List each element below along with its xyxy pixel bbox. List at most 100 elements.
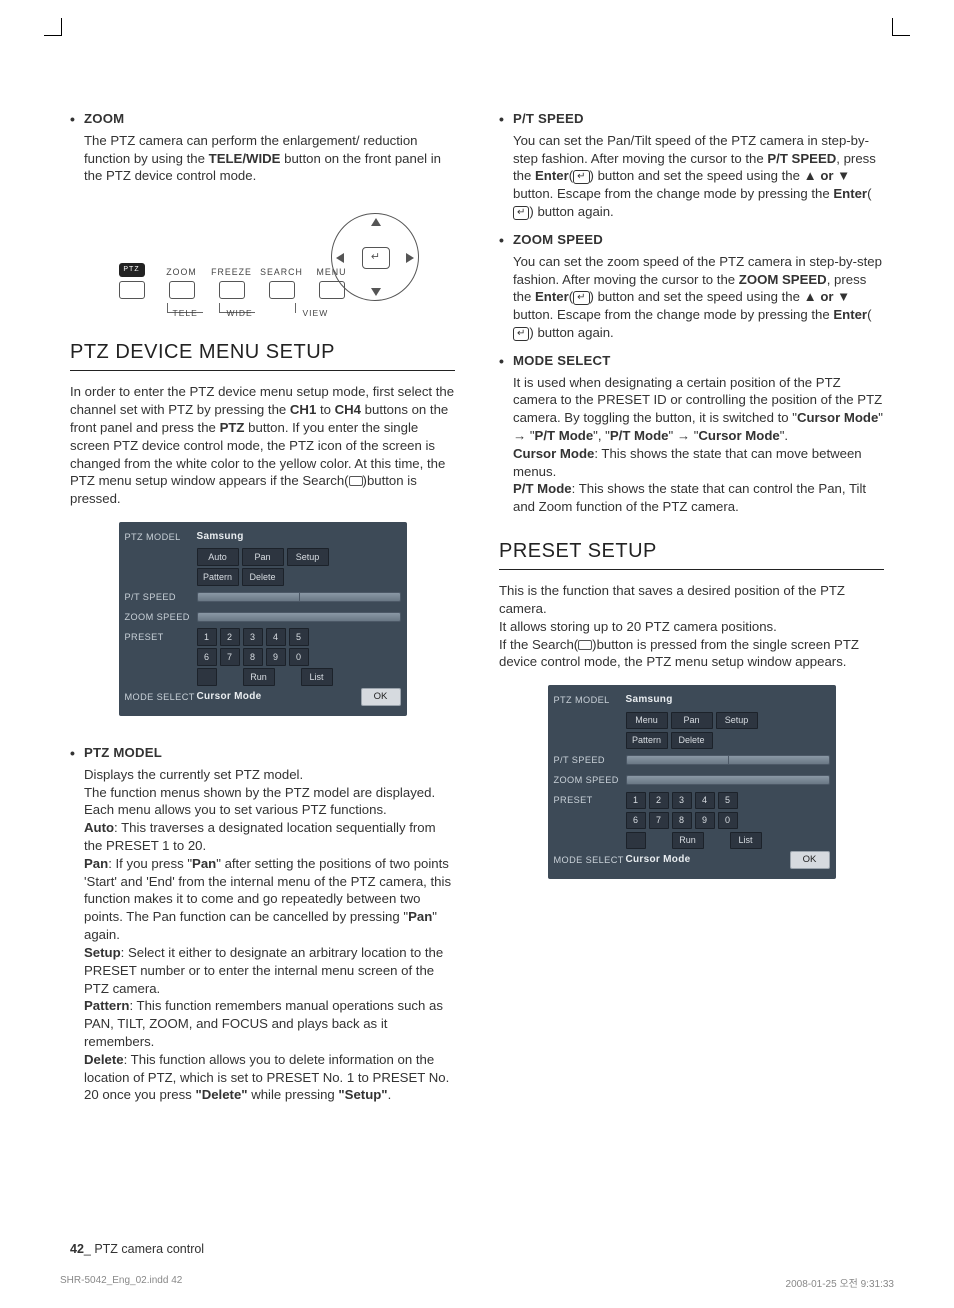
ptz-menu-intro: In order to enter the PTZ device menu se… (70, 383, 455, 508)
enter-icon: ↵ (573, 291, 589, 305)
osd2-mode-value: Cursor Mode (626, 853, 691, 867)
osd2-ptzmodel-label: PTZ MODEL (554, 694, 626, 706)
ptspeed-heading: P/T SPEED (513, 110, 584, 128)
osd-mode-label: MODE SELECT (125, 691, 197, 703)
front-panel-diagram: PTZ ZOOM FREEZE SEARCH MENU (107, 209, 419, 317)
osd-ok-button[interactable]: OK (361, 688, 401, 706)
osd-pattern-button[interactable]: Pattern (197, 568, 239, 585)
osd-num-7[interactable]: 7 (220, 648, 240, 665)
bullet-icon (499, 231, 513, 249)
osd2-blank-button[interactable] (626, 832, 646, 849)
osd2-pattern-button[interactable]: Pattern (626, 732, 668, 749)
enter-icon: ↵ (513, 206, 529, 220)
print-filename: SHR-5042_Eng_02.indd 42 (60, 1275, 182, 1290)
section-ptz-menu-title: PTZ DEVICE MENU SETUP (70, 339, 455, 366)
osd-zoomspeed-slider[interactable] (197, 612, 401, 622)
osd-pan-button[interactable]: Pan (242, 548, 284, 565)
zoomspeed-body: You can set the zoom speed of the PTZ ca… (513, 253, 884, 342)
crop-mark-tr (892, 18, 910, 36)
bullet-icon (70, 110, 84, 128)
osd-zoomspeed-label: ZOOM SPEED (125, 611, 197, 623)
osd2-num-4[interactable]: 4 (695, 792, 715, 809)
osd-num-8[interactable]: 8 (243, 648, 263, 665)
osd2-delete-button[interactable]: Delete (671, 732, 713, 749)
osd2-list-button[interactable]: List (730, 832, 762, 849)
print-metadata: SHR-5042_Eng_02.indd 42 2008-01-25 오전 9:… (60, 1275, 894, 1290)
crop-mark-tl (44, 18, 62, 36)
osd2-menu-button[interactable]: Menu (626, 712, 668, 729)
osd2-setup-button[interactable]: Setup (716, 712, 758, 729)
section-preset-title: PRESET SETUP (499, 538, 884, 565)
osd-list-button[interactable]: List (301, 668, 333, 685)
wide-label: WIDE (227, 308, 253, 319)
osd2-zoomspeed-label: ZOOM SPEED (554, 774, 626, 786)
ptz-button: PTZ (107, 263, 157, 299)
tele-label: TELE (173, 308, 198, 319)
osd-panel-2: PTZ MODEL Samsung Menu Pan Setup Pattern… (548, 685, 836, 879)
section-rule (499, 569, 884, 570)
osd-panel-1: PTZ MODEL Samsung Auto Pan Setup Pattern… (119, 522, 407, 716)
down-arrow-icon (371, 288, 381, 296)
enter-icon: ↵ (513, 327, 529, 341)
right-arrow-icon (406, 253, 414, 263)
osd2-ptzmodel-value: Samsung (626, 693, 673, 707)
osd2-num-9[interactable]: 9 (695, 812, 715, 829)
modeselect-body: It is used when designating a certain po… (513, 374, 884, 517)
osd-ptzmodel-label: PTZ MODEL (125, 531, 197, 543)
osd-num-5[interactable]: 5 (289, 628, 309, 645)
modeselect-heading: MODE SELECT (513, 352, 610, 370)
osd2-num-5[interactable]: 5 (718, 792, 738, 809)
search-icon (349, 476, 363, 486)
osd2-num-0[interactable]: 0 (718, 812, 738, 829)
osd-delete-button[interactable]: Delete (242, 568, 284, 585)
osd-num-2[interactable]: 2 (220, 628, 240, 645)
zoom-button: ZOOM (157, 267, 207, 299)
osd-num-6[interactable]: 6 (197, 648, 217, 665)
osd2-pan-button[interactable]: Pan (671, 712, 713, 729)
osd2-num-3[interactable]: 3 (672, 792, 692, 809)
enter-icon: ↵ (362, 247, 390, 269)
osd2-run-button[interactable]: Run (672, 832, 704, 849)
up-arrow-icon (371, 218, 381, 226)
osd-run-button[interactable]: Run (243, 668, 275, 685)
ptspeed-body: You can set the Pan/Tilt speed of the PT… (513, 132, 884, 221)
osd2-num-7[interactable]: 7 (649, 812, 669, 829)
freeze-button: FREEZE (207, 267, 257, 299)
ptzmodel-heading: PTZ MODEL (84, 744, 162, 762)
osd2-num-1[interactable]: 1 (626, 792, 646, 809)
osd-num-0[interactable]: 0 (289, 648, 309, 665)
osd2-ok-button[interactable]: OK (790, 851, 830, 869)
page-footer: 42_ PTZ camera control (70, 1242, 204, 1256)
osd2-zoomspeed-slider[interactable] (626, 775, 830, 785)
osd-ptspeed-slider[interactable] (197, 592, 401, 602)
zoom-body: The PTZ camera can perform the enlargeme… (84, 132, 455, 185)
osd-num-1[interactable]: 1 (197, 628, 217, 645)
osd-num-9[interactable]: 9 (266, 648, 286, 665)
ptzmodel-body: Displays the currently set PTZ model. Th… (84, 766, 455, 1104)
osd-num-4[interactable]: 4 (266, 628, 286, 645)
osd2-num-2[interactable]: 2 (649, 792, 669, 809)
right-column: P/T SPEED You can set the Pan/Tilt speed… (499, 110, 884, 1114)
bullet-icon (499, 352, 513, 370)
bullet-icon (70, 744, 84, 762)
osd-ptzmodel-value: Samsung (197, 530, 244, 544)
osd-setup-button[interactable]: Setup (287, 548, 329, 565)
osd2-num-8[interactable]: 8 (672, 812, 692, 829)
search-icon (578, 640, 592, 650)
osd-auto-button[interactable]: Auto (197, 548, 239, 565)
osd2-ptspeed-label: P/T SPEED (554, 754, 626, 766)
arrow-pad: ↵ (331, 213, 419, 301)
osd2-num-6[interactable]: 6 (626, 812, 646, 829)
left-column: ZOOM The PTZ camera can perform the enla… (70, 110, 455, 1114)
bullet-icon (499, 110, 513, 128)
osd2-mode-label: MODE SELECT (554, 854, 626, 866)
osd2-preset-label: PRESET (554, 794, 626, 806)
view-label: VIEW (303, 308, 329, 319)
osd2-ptspeed-slider[interactable] (626, 755, 830, 765)
osd-blank-button[interactable] (197, 668, 217, 685)
enter-icon: ↵ (573, 170, 589, 184)
osd-preset-label: PRESET (125, 631, 197, 643)
zoom-heading: ZOOM (84, 110, 124, 128)
osd-num-3[interactable]: 3 (243, 628, 263, 645)
section-rule (70, 370, 455, 371)
